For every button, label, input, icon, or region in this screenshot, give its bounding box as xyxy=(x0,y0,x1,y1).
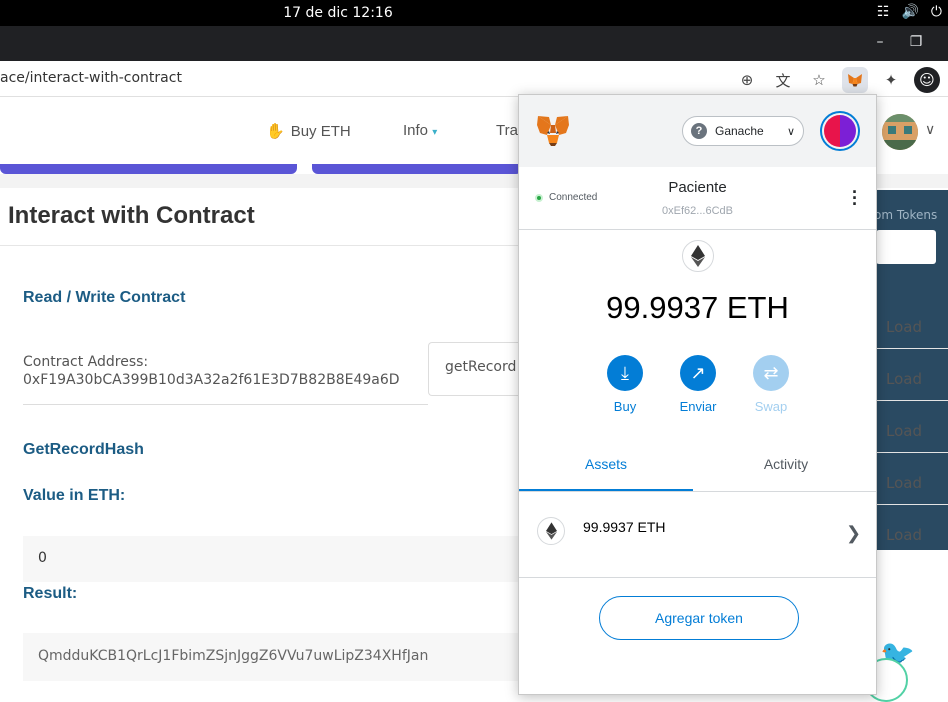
account-bar: Connected Paciente 0xEf62...6CdB · · · xyxy=(519,167,876,230)
swap-label: Swap xyxy=(754,399,788,414)
buy-button[interactable]: ⤓ Buy xyxy=(595,355,655,414)
caret-down-icon: ▾ xyxy=(432,127,438,138)
add-icon[interactable]: ⊕ xyxy=(734,67,760,93)
profile-icon[interactable]: ☺ xyxy=(914,67,940,93)
page-title: Interact with Contract xyxy=(8,202,255,229)
tab-indicator-left xyxy=(0,164,297,174)
load-button[interactable]: Load xyxy=(886,370,922,388)
system-tray[interactable]: ☷ 🔊 ⏻ xyxy=(877,4,942,20)
nav-info[interactable]: Info ▾ xyxy=(403,122,437,139)
token-input[interactable] xyxy=(876,230,936,264)
tab-assets[interactable]: Assets xyxy=(519,456,693,472)
asset-row-eth[interactable]: 99.9937 ETH ❯ xyxy=(519,493,876,578)
active-tab-indicator xyxy=(519,489,693,491)
network-name: Ganache xyxy=(715,124,764,138)
system-clock[interactable]: 17 de dic 12:16 xyxy=(0,5,676,21)
network-icon[interactable]: ☷ xyxy=(877,4,890,20)
function-select[interactable]: getRecord xyxy=(428,342,528,396)
contract-address-value: 0xF19A30bCA399B10d3A32a2f61E3D7B82B8E49a… xyxy=(23,372,400,388)
account-identicon[interactable] xyxy=(820,111,860,151)
bookmark-star-icon[interactable]: ☆ xyxy=(806,67,832,93)
account-balance: 99.9937 ETH xyxy=(606,290,789,325)
minimize-icon[interactable]: – xyxy=(872,34,888,50)
swap-button[interactable]: ⇄ Swap xyxy=(741,355,801,414)
power-icon[interactable]: ⏻ xyxy=(931,4,942,20)
value-eth-label: Value in ETH: xyxy=(23,487,126,504)
translate-icon[interactable]: 文 xyxy=(770,67,796,93)
user-avatar[interactable] xyxy=(882,114,918,150)
network-selector[interactable]: ? Ganache ∨ xyxy=(682,116,804,146)
eth-logo-icon xyxy=(537,517,565,545)
swap-icon: ⇄ xyxy=(753,355,789,391)
buy-label: Buy xyxy=(613,399,637,414)
function-name-heading: GetRecordHash xyxy=(23,441,144,458)
send-arrow-icon: ↗ xyxy=(680,355,716,391)
load-button[interactable]: Load xyxy=(886,526,922,544)
download-icon: ⤓ xyxy=(607,355,643,391)
contract-address-underline xyxy=(23,404,428,405)
contract-address-label: Contract Address: xyxy=(23,354,149,370)
custom-tokens-label: om Tokens xyxy=(874,208,938,222)
nav-buy-eth[interactable]: ✋ Buy ETH xyxy=(266,122,351,141)
chevron-down-icon: ∨ xyxy=(786,125,795,138)
load-button[interactable]: Load xyxy=(886,474,922,492)
load-button[interactable]: Load xyxy=(886,318,922,336)
restore-icon[interactable]: ❐ xyxy=(908,34,924,50)
divider xyxy=(876,400,948,401)
metamask-tabs: Assets Activity xyxy=(519,440,876,492)
result-label: Result: xyxy=(23,585,78,602)
tab-activity[interactable]: Activity xyxy=(699,456,873,472)
account-options-icon[interactable]: · · · xyxy=(852,183,858,213)
chevron-down-icon[interactable]: ∨ xyxy=(925,122,935,138)
tab-indicator-right xyxy=(312,164,522,174)
title-divider xyxy=(0,245,520,246)
nav-buy-eth-label: Buy ETH xyxy=(290,122,351,140)
puzzle-extensions-icon[interactable]: ✦ xyxy=(878,67,904,93)
address-bar: ace/interact-with-contract ⊕ 文 ☆ ✦ ☺ xyxy=(0,61,948,97)
divider xyxy=(876,452,948,453)
account-name[interactable]: Paciente xyxy=(519,179,876,196)
chevron-right-icon: ❯ xyxy=(846,523,862,543)
load-button[interactable]: Load xyxy=(886,422,922,440)
extension-toolbar: ⊕ 文 ☆ ✦ ☺ xyxy=(734,67,940,93)
asset-amount: 99.9937 ETH xyxy=(583,519,666,535)
nav-transactions[interactable]: Tra xyxy=(496,122,518,139)
volume-icon[interactable]: 🔊 xyxy=(901,4,918,20)
divider xyxy=(876,504,948,505)
eth-logo-icon xyxy=(682,240,714,272)
metamask-popup: ? Ganache ∨ Connected Paciente 0xEf62...… xyxy=(518,94,877,695)
account-address[interactable]: 0xEf62...6CdB xyxy=(519,205,876,217)
contract-address-field[interactable]: Contract Address: 0xF19A30bCA399B10d3A32… xyxy=(23,354,428,388)
network-question-icon: ? xyxy=(691,123,707,139)
metamask-fox-logo[interactable] xyxy=(535,113,571,149)
add-token-button[interactable]: Agregar token xyxy=(599,596,799,640)
read-write-heading: Read / Write Contract xyxy=(23,289,186,306)
divider xyxy=(876,348,948,349)
nav-info-label: Info xyxy=(403,122,429,139)
send-label: Enviar xyxy=(679,399,717,414)
url-field[interactable]: ace/interact-with-contract xyxy=(0,70,182,86)
system-top-bar: 17 de dic 12:16 ☷ 🔊 ⏻ xyxy=(0,0,948,26)
metamask-extension-icon[interactable] xyxy=(842,67,868,93)
result-output: QmdduKCB1QrLcJ1FbimZSjnJggZ6VVu7uwLipZ34… xyxy=(23,633,523,681)
send-button[interactable]: ↗ Enviar xyxy=(668,355,728,414)
hand-coin-icon: ✋ xyxy=(266,123,285,140)
browser-title-bar: – ❐ xyxy=(0,26,948,61)
metamask-header: ? Ganache ∨ xyxy=(519,95,876,167)
value-eth-input[interactable]: 0 xyxy=(23,536,523,582)
